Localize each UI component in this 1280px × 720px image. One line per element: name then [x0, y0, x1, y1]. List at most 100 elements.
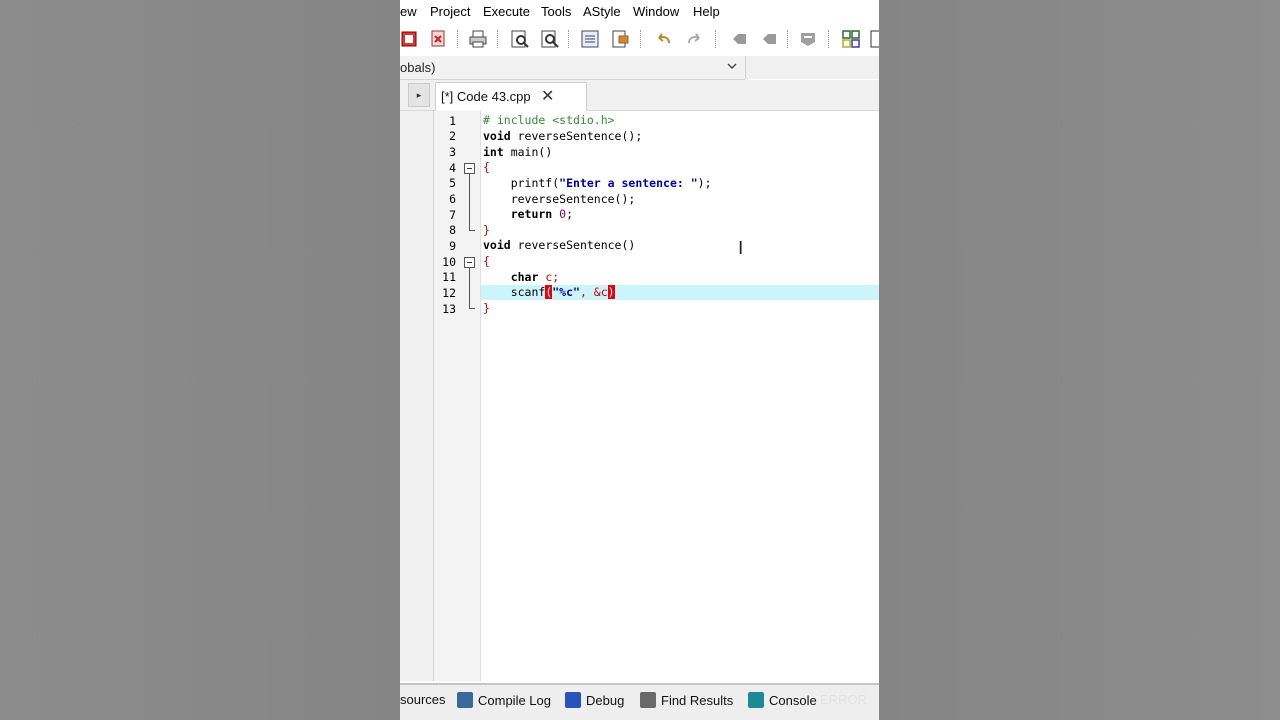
project-panel [400, 111, 434, 681]
menu-tools[interactable]: Tools [541, 4, 571, 19]
line-number: 6 [449, 192, 456, 206]
toolbar-separator [828, 30, 830, 48]
class-browser-icon[interactable] [869, 29, 879, 49]
line-number: 7 [449, 208, 456, 222]
toolbar-separator [497, 30, 499, 48]
redo-icon[interactable] [684, 29, 704, 49]
new-class-icon[interactable] [841, 29, 861, 49]
string-literal: "Enter a sentence: " [559, 176, 698, 190]
debug-icon [565, 692, 581, 708]
toolbar-separator [568, 30, 570, 48]
fold-end-marker [469, 308, 475, 309]
fold-toggle-icon[interactable] [464, 257, 475, 268]
code-line: void reverseSentence() [483, 238, 635, 253]
keyword: void [483, 129, 511, 143]
keyword: return [483, 207, 553, 221]
compile-log-icon [457, 692, 473, 708]
tab-code-43[interactable]: [*] Code 43.cpp ✕ [435, 82, 587, 111]
tab-watermark: ERROR [820, 692, 867, 707]
menu-help[interactable]: Help [693, 4, 720, 19]
symbol-dropdown[interactable] [745, 56, 879, 79]
undo-icon[interactable] [654, 29, 674, 49]
code-text: main() [503, 145, 553, 159]
toolbar-separator [787, 30, 789, 48]
keyword: int [483, 145, 504, 159]
toolbar-separator [715, 30, 717, 48]
line-number: 5 [449, 176, 456, 190]
preprocessor-directive: # include <stdio.h> [483, 113, 615, 127]
code-line: printf("Enter a sentence: "); [483, 176, 712, 191]
menu-astyle[interactable]: AStyle [583, 4, 621, 19]
brace: { [483, 254, 490, 268]
line-number: 4 [449, 161, 456, 175]
close-project-icon[interactable] [429, 29, 449, 49]
tab-debug-label: Debug [586, 693, 625, 708]
keyword: char [483, 270, 539, 284]
code-line: # include <stdio.h> [483, 113, 615, 128]
menu-window[interactable]: Window [633, 4, 679, 19]
goto-line-icon[interactable] [580, 29, 600, 49]
unindent-icon[interactable] [759, 29, 779, 49]
code-line: void reverseSentence(); [483, 129, 642, 144]
tab-scroll-right-icon[interactable]: ▸ [408, 83, 430, 107]
line-number: 2 [449, 129, 456, 143]
toggle-comment-icon[interactable] [798, 29, 818, 49]
line-number: 10 [442, 255, 456, 269]
code-line: reverseSentence(); [483, 192, 636, 207]
line-number: 12 [442, 286, 456, 300]
toolbar-separator [457, 30, 459, 48]
console-icon [748, 692, 764, 708]
code-text: , &c [579, 285, 608, 299]
code-text: reverseSentence() [510, 238, 636, 252]
chevron-down-icon [727, 63, 737, 69]
menu-execute[interactable]: Execute [483, 4, 530, 19]
fold-line [469, 268, 470, 308]
line-number-gutter: 1 2 3 4 5 6 7 8 9 10 11 12 13 [434, 111, 481, 681]
string-literal: "%c" [552, 285, 580, 299]
code-line: scanf("%c", &c) [483, 285, 615, 300]
tab-console-label: Console [769, 693, 817, 708]
text-cursor-icon: I [738, 238, 744, 259]
code-line: char c; [483, 270, 559, 285]
tab-find-results[interactable]: Find Results [640, 692, 733, 708]
fold-toggle-icon[interactable] [464, 163, 475, 174]
number-literal: 0 [552, 207, 567, 221]
menu-view[interactable]: ew [400, 4, 417, 19]
tab-resources[interactable]: sources [400, 692, 446, 707]
code-line: { [483, 160, 490, 175]
code-line: } [483, 301, 490, 316]
tab-console[interactable]: Console [748, 692, 817, 708]
remove-project-icon[interactable] [400, 29, 420, 49]
keyword: void [483, 238, 511, 252]
menu-project[interactable]: Project [430, 4, 470, 19]
find-results-icon [640, 692, 656, 708]
indent-icon[interactable] [729, 29, 749, 49]
background-left [0, 0, 400, 720]
close-icon[interactable]: ✕ [541, 86, 554, 106]
tab-debug[interactable]: Debug [565, 692, 624, 708]
line-number: 9 [449, 239, 456, 253]
fold-line [469, 174, 470, 230]
ide-window: ew Project Execute Tools AStyle Window H… [400, 0, 879, 720]
code-text: scanf [483, 285, 546, 299]
find-icon[interactable] [510, 29, 530, 49]
line-number: 1 [449, 114, 456, 128]
scope-dropdown-value: obals) [400, 60, 436, 75]
tab-compile-log-label: Compile Log [478, 693, 551, 708]
code-line: } [483, 223, 490, 238]
toolbar-separator [640, 30, 642, 48]
bookmark-icon[interactable] [610, 29, 630, 49]
replace-icon[interactable] [540, 29, 560, 49]
code-text: reverseSentence(); [483, 192, 636, 206]
scope-dropdown[interactable]: obals) [400, 56, 745, 80]
code-text: reverseSentence(); [510, 129, 643, 143]
print-icon[interactable] [468, 29, 488, 49]
brace: } [483, 301, 490, 315]
code-text: c; [538, 270, 560, 284]
editor-tab-bar: ▸ [*] Code 43.cpp ✕ [400, 80, 879, 111]
tab-compile-log[interactable]: Compile Log [457, 692, 551, 708]
toolbar [400, 24, 879, 54]
code-editor[interactable]: # include <stdio.h> void reverseSentence… [481, 111, 879, 681]
code-line: int main() [483, 145, 552, 160]
code-line: { [483, 254, 490, 269]
